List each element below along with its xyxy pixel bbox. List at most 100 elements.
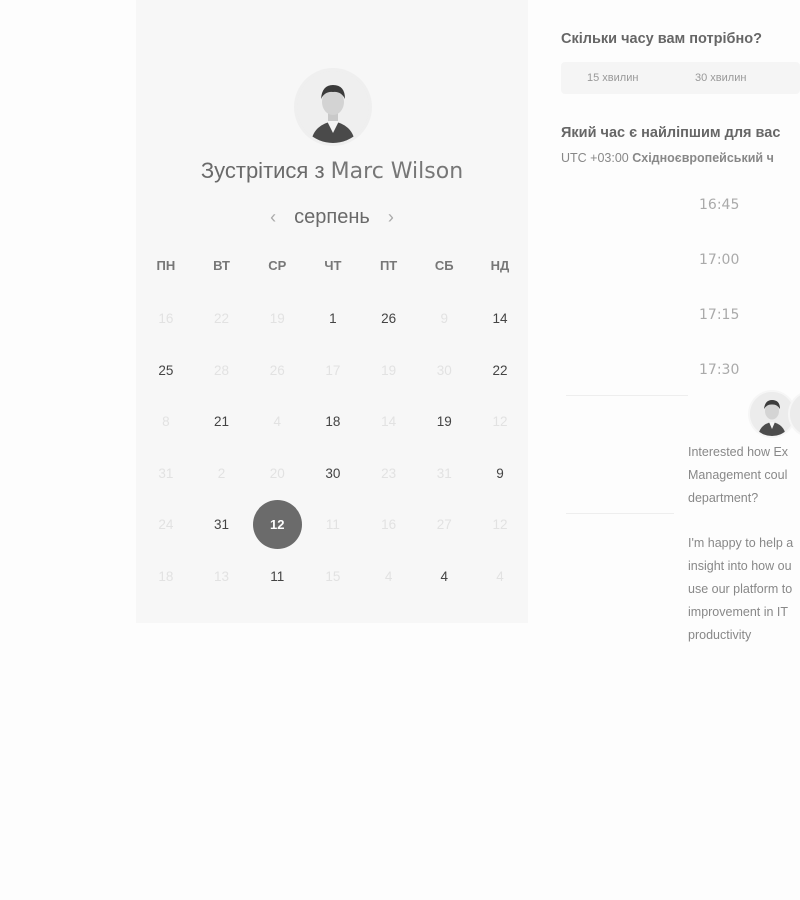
day-number: 4 xyxy=(273,414,281,430)
prev-month-icon[interactable]: ‹ xyxy=(270,208,276,226)
calendar-card: Зустрітися з Marc Wilson ‹ серпень › ПН … xyxy=(136,0,528,623)
chat-agent-avatar[interactable] xyxy=(750,392,794,436)
month-navigation: ‹ серпень › xyxy=(136,203,528,231)
day-number: 26 xyxy=(269,362,285,378)
day-number: 21 xyxy=(214,414,230,430)
weekday-label: НД xyxy=(490,258,510,273)
time-question: Який час є найліпшим для вас xyxy=(561,125,781,141)
timezone-offset: UTC +03:00 xyxy=(561,151,629,165)
chat-message: Interested how Ex Management coul depart… xyxy=(688,441,800,510)
calendar-day-unavailable: 17 xyxy=(305,346,361,394)
time-slot[interactable]: 17:30 xyxy=(699,362,739,378)
calendar-day-available[interactable]: 18 xyxy=(305,398,361,446)
chat-agent-avatar[interactable] xyxy=(790,392,800,436)
calendar-day-unavailable: 31 xyxy=(138,449,194,497)
weekday-label: ЧТ xyxy=(324,258,342,273)
time-slot[interactable]: 17:00 xyxy=(699,252,739,268)
day-number: 11 xyxy=(270,568,285,584)
weekday-label: ВТ xyxy=(213,258,230,273)
calendar-day-available[interactable]: 31 xyxy=(194,501,250,549)
day-number: 22 xyxy=(214,311,230,327)
day-number: 15 xyxy=(325,568,341,584)
day-number: 12 xyxy=(492,517,508,533)
calendar-day-unavailable: 28 xyxy=(194,346,250,394)
calendar-day-unavailable: 13 xyxy=(194,552,250,600)
calendar-week-row: 16 22 19 1 26 9 14 xyxy=(138,293,530,345)
day-number: 30 xyxy=(325,465,341,481)
weekday-header: ПН ВТ СР ЧТ ПТ СБ НД xyxy=(138,258,530,273)
next-month-icon[interactable]: › xyxy=(388,208,394,226)
calendar-day-unavailable: 31 xyxy=(416,449,472,497)
title-prefix: Зустрітися з xyxy=(200,158,331,183)
divider xyxy=(566,395,688,396)
day-number: 18 xyxy=(325,414,341,430)
chat-line: Interested how Ex xyxy=(688,445,789,459)
day-number: 8 xyxy=(162,414,170,430)
day-number: 4 xyxy=(440,568,449,584)
chat-line: insight into how ou xyxy=(688,559,792,573)
day-number: 23 xyxy=(381,465,397,481)
chat-line: Management coul xyxy=(688,468,788,482)
time-slot[interactable]: 17:15 xyxy=(699,307,739,323)
duration-question: Скільки часу вам потрібно? xyxy=(561,31,762,47)
calendar-day-available[interactable]: 1 xyxy=(305,295,361,343)
calendar-day-available[interactable]: 25 xyxy=(138,346,194,394)
calendar-day-available[interactable]: 22 xyxy=(472,346,528,394)
calendar-day-available[interactable]: 4 xyxy=(416,552,472,600)
calendar-day-unavailable: 22 xyxy=(194,295,250,343)
duration-option-30[interactable]: 30 хвилин xyxy=(695,72,746,84)
day-number: 9 xyxy=(440,311,449,327)
day-number: 9 xyxy=(496,465,504,481)
calendar-day-available[interactable]: 30 xyxy=(305,449,361,497)
calendar-week-row: 8 21 4 18 14 19 12 xyxy=(138,396,530,448)
duration-option-15[interactable]: 15 хвилин xyxy=(587,72,638,84)
day-number: 31 xyxy=(158,465,174,481)
duration-selector: 15 хвилин 30 хвилин xyxy=(561,62,800,94)
weekday-label: ПН xyxy=(156,258,176,273)
calendar-day-available[interactable]: 14 xyxy=(472,295,528,343)
calendar-day-unavailable: 24 xyxy=(138,501,194,549)
day-number: 31 xyxy=(436,465,452,481)
time-slot[interactable]: 16:45 xyxy=(699,197,739,213)
calendar-day-unavailable: 19 xyxy=(361,346,417,394)
day-number: 26 xyxy=(381,311,397,327)
calendar-day-unavailable: 4 xyxy=(472,552,528,600)
calendar-day-unavailable: 30 xyxy=(416,346,472,394)
calendar-day-available[interactable]: 26 xyxy=(361,295,417,343)
calendar-day-unavailable: 12 xyxy=(472,501,528,549)
day-number: 16 xyxy=(381,517,397,533)
calendar-day-unavailable: 12 xyxy=(472,398,528,446)
calendar-day-unavailable: 20 xyxy=(249,449,305,497)
day-number: 27 xyxy=(436,517,452,533)
calendar-day-available[interactable]: 21 xyxy=(194,398,250,446)
calendar-week-row: 24 31 12 11 16 27 12 xyxy=(138,499,530,551)
day-number: 25 xyxy=(158,362,174,378)
calendar-day-unavailable: 16 xyxy=(361,501,417,549)
chat-line: productivity xyxy=(688,628,752,642)
calendar-day-available[interactable]: 19 xyxy=(416,398,472,446)
timezone-name: Східноєвропейський ч xyxy=(632,151,774,165)
calendar-day-unavailable: 11 xyxy=(305,501,361,549)
calendar-day-unavailable: 26 xyxy=(249,346,305,394)
weekday-label: СБ xyxy=(434,258,454,273)
calendar-day-unavailable: 9 xyxy=(416,295,472,343)
day-number: 12 xyxy=(492,414,508,430)
host-avatar xyxy=(297,71,369,143)
calendar-day-unavailable: 4 xyxy=(249,398,305,446)
calendar-day-unavailable: 14 xyxy=(361,398,417,446)
day-number: 13 xyxy=(214,568,230,584)
calendar-day-available[interactable]: 9 xyxy=(472,449,528,497)
calendar-day-available[interactable]: 11 xyxy=(249,552,305,600)
weekday-label: ПТ xyxy=(379,258,398,273)
host-name: Marc Wilson xyxy=(330,159,464,184)
divider xyxy=(566,513,674,514)
day-number: 11 xyxy=(325,517,340,533)
day-number: 2 xyxy=(217,465,226,481)
day-number: 14 xyxy=(492,311,508,327)
timezone-label[interactable]: UTC +03:00 Східноєвропейський ч xyxy=(561,151,774,165)
page-title: Зустрітися з Marc Wilson xyxy=(136,158,528,184)
calendar-day-unavailable: 19 xyxy=(249,295,305,343)
day-number: 19 xyxy=(381,362,397,378)
calendar-day-selected[interactable]: 12 xyxy=(249,500,305,550)
calendar-week-row: 18 13 11 15 4 4 4 xyxy=(138,551,530,603)
